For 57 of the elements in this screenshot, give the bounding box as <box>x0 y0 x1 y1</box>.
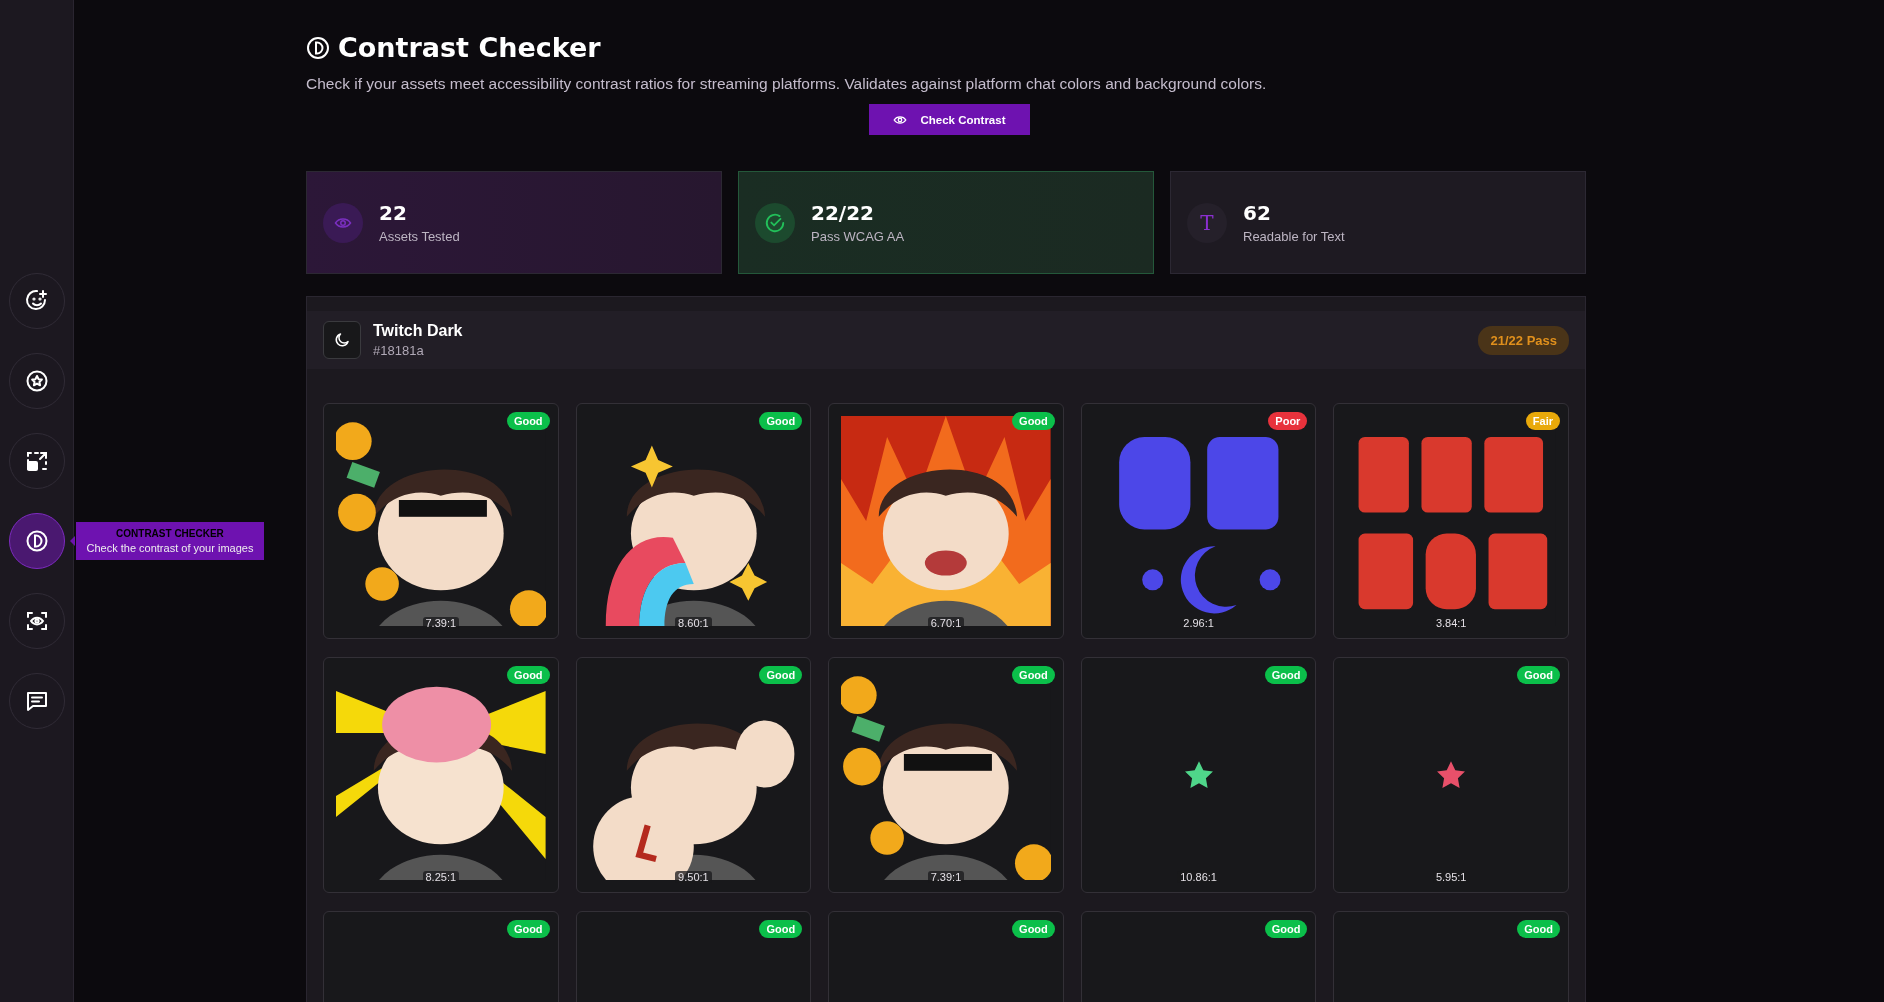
rating-badge: Good <box>1264 920 1308 938</box>
rating-badge: Good <box>759 920 803 938</box>
asset-card[interactable]: Good 6.70:1 <box>828 403 1064 639</box>
tooltip-text: Check the contrast of your images <box>86 542 254 554</box>
contrast-ratio: 8.25:1 <box>422 871 460 883</box>
asset-card[interactable]: Poor 2.96:1 <box>1080 403 1317 639</box>
rating-badge: Good <box>1012 920 1055 938</box>
eye-icon <box>323 202 363 243</box>
eye-scan-icon <box>24 609 49 633</box>
page-description: Check if your assets meet accessibility contrast ratios for streaming platforms. Validates against platform chat colors and background colors. <box>306 75 1268 93</box>
asset-card[interactable]: Good 5.95:1 <box>1333 657 1569 893</box>
chat-icon <box>24 689 49 713</box>
pass-count: 21/22 Pass <box>1478 325 1569 355</box>
contrast-ratio: 7.39:1 <box>927 871 965 883</box>
rating-badge: Poor <box>1268 412 1308 430</box>
theme-color-code: #18181a <box>373 343 425 358</box>
rating-badge: Good <box>1012 412 1055 430</box>
asset-card[interactable]: Good 8.25:1 <box>323 657 559 893</box>
text-icon: T <box>1187 202 1227 243</box>
check-circle-icon <box>755 202 795 243</box>
contrast-icon <box>306 35 330 60</box>
contrast-icon <box>24 529 49 553</box>
rating-badge: Good <box>759 666 803 684</box>
stat-value: 22 <box>379 201 408 225</box>
image-resize-icon <box>24 449 49 473</box>
rating-badge: Good <box>1012 666 1055 684</box>
tooltip-title: CONTRAST CHECKER <box>116 528 224 539</box>
stat-label: Assets Tested <box>379 229 460 244</box>
smiley-plus-icon <box>24 289 49 313</box>
stat-value: 62 <box>1243 201 1272 225</box>
stat-label: Pass WCAG AA <box>811 229 905 244</box>
rating-badge: Good <box>759 412 803 430</box>
star-circle-icon <box>24 369 49 393</box>
moon-icon <box>323 321 361 359</box>
rating-badge: Fair <box>1525 412 1560 430</box>
asset-card[interactable]: Good 9.50:1 <box>575 657 812 893</box>
stat-label: Readable for Text <box>1243 229 1345 244</box>
rating-badge: Good <box>1264 666 1308 684</box>
asset-card[interactable]: Fair 3.84:1 <box>1333 403 1569 639</box>
rating-badge: Good <box>506 920 550 938</box>
contrast-ratio: 6.70:1 <box>927 617 965 629</box>
contrast-ratio: 7.39:1 <box>422 617 460 629</box>
rating-badge: Good <box>506 666 550 684</box>
check-contrast-button[interactable]: Check Contrast <box>868 104 1030 135</box>
asset-card[interactable]: Good 10.86:1 <box>1080 657 1317 893</box>
asset-card[interactable]: Good 8.60:1 <box>575 403 812 639</box>
theme-name: Twitch Dark <box>373 322 463 340</box>
contrast-ratio: 9.50:1 <box>675 871 712 883</box>
rating-badge: Good <box>1517 666 1560 684</box>
asset-card[interactable]: Good 7.39:1 <box>323 403 559 639</box>
asset-card[interactable]: Good 7.39:1 <box>828 657 1064 893</box>
rating-badge: Good <box>1517 920 1560 938</box>
contrast-ratio: 2.96:1 <box>1180 617 1217 629</box>
rating-badge: Good <box>506 412 550 430</box>
contrast-ratio: 8.60:1 <box>675 617 712 629</box>
stat-value: 22/22 <box>811 201 875 225</box>
page-title: Contrast Checker <box>338 32 601 63</box>
